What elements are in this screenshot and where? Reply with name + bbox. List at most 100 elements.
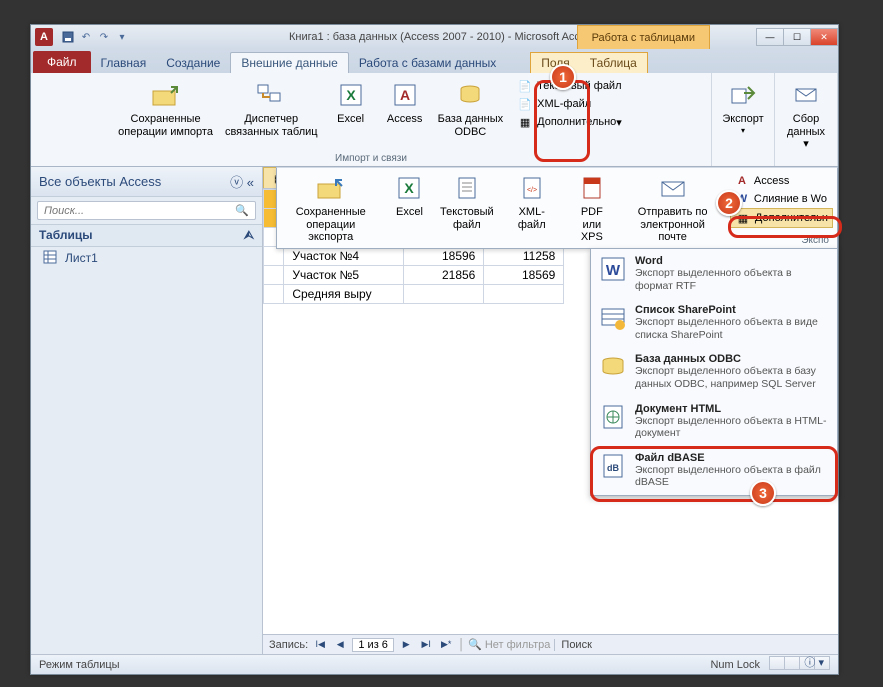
table-row[interactable]: Средняя выру [264,285,564,304]
save-icon[interactable] [61,30,75,44]
export-email-label: Отправить по электронной почте [625,206,720,244]
html-icon [599,403,627,431]
contextual-tab-header: Работа с таблицами [577,25,710,49]
saved-imports-label: Сохраненные операции импорта [118,113,213,138]
recnav-new-button[interactable]: ▶* [438,638,454,652]
callout-2: 2 [716,190,742,216]
table-row[interactable]: Участок №52185618569 [264,266,564,285]
nav-item-list1[interactable]: Лист1 [31,247,262,269]
saved-exports-label: Сохраненные операции экспорта [283,206,378,244]
recnav-position-input[interactable] [352,638,394,652]
export-text-button[interactable]: Текстовый файл [434,168,499,248]
export-button[interactable]: Экспорт ▾ [716,75,770,152]
tab-table[interactable]: Таблица [580,53,647,73]
nav-search[interactable]: 🔍 [37,201,256,220]
tab-home[interactable]: Главная [91,53,157,73]
recnav-label: Запись: [269,639,308,651]
menu-item-desc: Экспорт выделенного объекта в базу данны… [635,365,829,390]
nav-search-input[interactable] [44,205,235,217]
export-access-label: Access [754,175,789,187]
collapse-icon[interactable]: ⮙ [244,228,254,243]
qat-dropdown-icon[interactable]: ▾ [115,30,129,44]
help-icon[interactable]: ⓘ ▾ [804,654,832,670]
nav-item-label: Лист1 [65,251,98,265]
table-row[interactable]: Участок №41859611258 [264,247,564,266]
menu-item-desc: Экспорт выделенного объекта в виде списк… [635,316,829,341]
menu-item-odbc[interactable]: База данных ODBCЭкспорт выделенного объе… [591,347,837,396]
saved-exports-icon [315,172,347,204]
close-button[interactable]: ✕ [810,28,838,46]
import-more-label: Дополнительно [537,116,616,128]
menu-item-sharepoint[interactable]: Список SharePointЭкспорт выделенного объ… [591,298,837,347]
export-pdf-button[interactable]: PDF или XPS [564,168,619,248]
ribbon-tabs: Файл Главная Создание Внешние данные Раб… [31,49,838,73]
export-excel-button[interactable]: X Excel [384,168,434,248]
export-wordmerge-button[interactable]: WСлияние в Wo [730,190,833,208]
collect-icon [790,79,822,111]
more-icon: ▦ [517,114,533,130]
recnav-next-button[interactable]: ▶ [398,638,414,652]
export-more-menu: W WordЭкспорт выделенного объекта в форм… [590,248,838,496]
minimize-button[interactable]: — [756,28,784,46]
import-more-button[interactable]: ▦Дополнительно ▾ [513,113,626,131]
linked-table-icon [255,79,287,111]
svg-text:A: A [400,87,410,103]
recnav-prev-button[interactable]: ◀ [332,638,348,652]
nav-dropdown-icon[interactable]: ⓥ « [230,172,254,191]
saved-imports-button[interactable]: Сохраненные операции импорта [112,75,219,152]
statusbar: Режим таблицы Num Lock [31,654,838,674]
export-access-button[interactable]: A Access [730,172,833,190]
textfile-icon: 📄 [517,78,533,94]
export-excel-label: Excel [396,206,423,219]
access-icon: A [734,173,750,189]
import-odbc-label: База данных ODBC [438,113,504,138]
odbc-icon [599,353,627,381]
import-xml-button[interactable]: 📄XML-файл [513,95,626,113]
saved-imports-icon [150,79,182,111]
email-icon [657,172,689,204]
menu-item-desc: Экспорт выделенного объекта в HTML-докум… [635,415,829,440]
tab-external-data[interactable]: Внешние данные [230,52,349,73]
callout-1: 1 [550,64,576,90]
search-icon[interactable]: 🔍 [235,204,249,217]
import-excel-button[interactable]: X Excel [324,75,378,152]
chevron-down-icon: ▾ [741,126,745,135]
redo-icon[interactable]: ↷ [97,30,111,44]
tab-create[interactable]: Создание [156,53,230,73]
import-xml-label: XML-файл [537,98,591,110]
menu-item-html[interactable]: Документ HTMLЭкспорт выделенного объекта… [591,397,837,446]
menu-item-word[interactable]: W WordЭкспорт выделенного объекта в форм… [591,249,837,298]
export-email-button[interactable]: Отправить по электронной почте [619,168,726,248]
xml-icon: </> [516,172,548,204]
tab-file[interactable]: Файл [33,51,91,73]
saved-exports-button[interactable]: Сохраненные операции экспорта [277,168,384,248]
linked-table-manager-button[interactable]: Диспетчер связанных таблиц [219,75,324,152]
import-odbc-button[interactable]: База данных ODBC [432,75,510,152]
ribbon-group-import-label: Импорт и связи [35,152,707,166]
import-access-button[interactable]: A Access [378,75,432,152]
word-icon: W [599,255,627,283]
export-xml-button[interactable]: </> XML-файл [499,168,564,248]
menu-item-title: Word [635,255,663,267]
import-text-label: Текстовый файл [537,80,621,92]
menu-item-title: Список SharePoint [635,304,736,316]
export-wordmerge-label: Слияние в Wo [754,193,827,205]
export-more-label: Дополнительн [755,212,828,224]
nav-group-tables[interactable]: Таблицы ⮙ [31,224,262,247]
collect-data-button[interactable]: Сбор данных ▾ [779,75,833,155]
recnav-last-button[interactable]: ▶I [418,638,434,652]
undo-icon[interactable]: ↶ [79,30,93,44]
recnav-first-button[interactable]: I◀ [312,638,328,652]
export-more-button[interactable]: ▦Дополнительн [730,208,833,228]
odbc-icon [454,79,486,111]
maximize-button[interactable]: ☐ [783,28,811,46]
excel-icon: X [335,79,367,111]
menu-item-dbase[interactable]: dB Файл dBASEЭкспорт выделенного объекта… [591,446,837,495]
status-mode: Режим таблицы [39,659,120,671]
nav-pane-header[interactable]: Все объекты Access ⓥ « [31,167,262,197]
quick-access-toolbar: ↶ ↷ ▾ [61,30,129,44]
tab-dbtools[interactable]: Работа с базами данных [349,53,506,73]
recnav-search-label[interactable]: Поиск [554,639,591,651]
export-gallery: Сохраненные операции экспорта X Excel Те… [276,167,838,249]
linked-mgr-label: Диспетчер связанных таблиц [225,113,318,138]
